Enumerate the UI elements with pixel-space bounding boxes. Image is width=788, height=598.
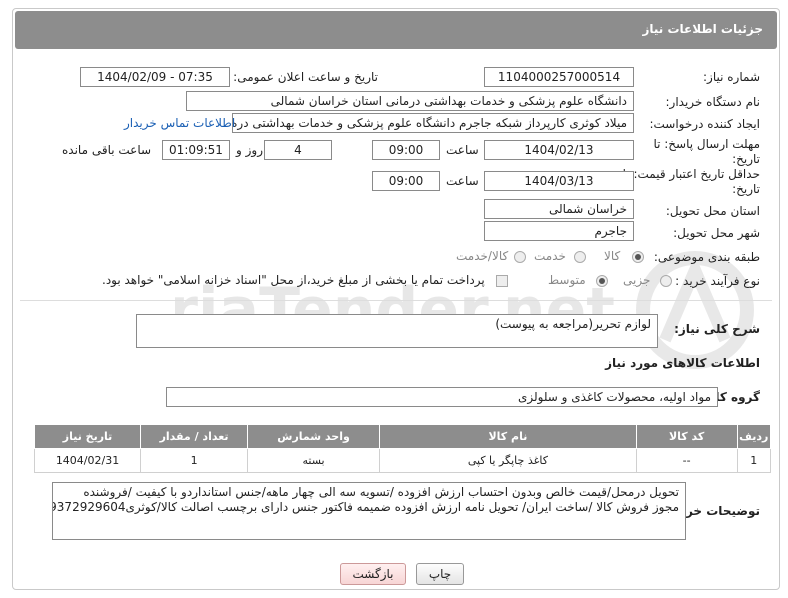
delivery-province-field: خراسان شمالی	[484, 199, 634, 219]
reply-time-label: ساعت	[446, 143, 479, 157]
announce-datetime-label: تاریخ و ساعت اعلان عمومی:	[233, 70, 378, 84]
col-need-date: تاریخ نیاز	[33, 424, 142, 449]
general-description-label: شرح کلی نیاز:	[674, 322, 760, 336]
category-radio-goods[interactable]	[632, 249, 644, 263]
goods-section-title: اطلاعات کالاهای مورد نیاز	[605, 356, 760, 370]
process-radio-medium[interactable]	[596, 273, 608, 287]
need-number-label: شماره نیاز:	[703, 70, 760, 84]
items-table-header: ردیف کد کالا نام کالا واحد شمارش تعداد /…	[33, 424, 772, 449]
reply-deadline-label: مهلت ارسال پاسخ: تا تاریخ:	[653, 137, 760, 166]
price-validity-date-field: 1404/03/13	[484, 171, 634, 191]
general-description-field: لوازم تحریر(مراجعه به پیوست)	[136, 314, 658, 348]
remaining-days-field: 4	[264, 140, 332, 160]
days-label: روز و	[236, 143, 263, 157]
delivery-province-label: استان محل تحویل:	[665, 204, 760, 218]
process-option-minor: جزیی	[623, 273, 651, 287]
cell-item-code: --	[635, 448, 738, 473]
price-validity-label: حداقل تاریخ اعتبار قیمت: تا تاریخ:	[622, 167, 760, 196]
buyer-notes-field: تحویل درمحل/قیمت خالص وبدون احتساب ارزش …	[52, 482, 686, 540]
treasury-payment-note: پرداخت تمام یا بخشی از مبلغ خرید،از محل …	[102, 273, 485, 287]
table-row: 1 -- کاغذ چاپگر یا کپی بسته 1 1404/02/31	[33, 448, 772, 473]
announce-datetime-field: 1404/02/09 - 07:35	[80, 67, 230, 87]
price-validity-time-label: ساعت	[446, 174, 479, 188]
buyer-contact-link[interactable]: اطلاعات تماس خریدار	[124, 116, 235, 130]
requester-field: میلاد کوثری کارپرداز شبکه جاجرم دانشگاه …	[232, 113, 634, 133]
col-item-name: نام کالا	[379, 424, 637, 449]
back-button[interactable]: بازگشت	[340, 563, 406, 585]
process-radio-minor[interactable]	[660, 273, 672, 287]
category-radio-goods-service[interactable]	[514, 249, 526, 263]
price-validity-time-field: 09:00	[372, 171, 440, 191]
buyer-notes-line-1: تحویل درمحل/قیمت خالص وبدون احتساب ارزش …	[83, 485, 679, 499]
requester-label: ایجاد کننده درخواست:	[649, 117, 760, 131]
treasury-payment-checkbox[interactable]	[496, 273, 508, 287]
cell-quantity: 1	[140, 448, 249, 473]
reply-date-field: 1404/02/13	[484, 140, 634, 160]
buyer-notes-line-2: مجوز فروش کالا /ساخت ایران/ تحویل نامه ا…	[53, 500, 679, 514]
buyer-org-field: دانشگاه علوم پزشکی و خدمات بهداشتی درمان…	[186, 91, 634, 111]
category-option-goods: کالا	[604, 249, 621, 263]
category-option-goods-service: کالا/خدمت	[456, 249, 509, 263]
category-radio-service[interactable]	[574, 249, 586, 263]
print-button[interactable]: چاپ	[416, 563, 464, 585]
buyer-org-label: نام دستگاه خریدار:	[665, 95, 761, 109]
panel-header: جزئیات اطلاعات نیاز	[15, 11, 777, 49]
col-row: ردیف	[736, 424, 772, 449]
col-unit: واحد شمارش	[247, 424, 381, 449]
process-type-label: نوع فرآیند خرید :	[675, 274, 760, 288]
cell-item-name: کاغذ چاپگر یا کپی	[379, 448, 637, 473]
col-item-code: کد کالا	[635, 424, 738, 449]
col-quantity: تعداد / مقدار	[140, 424, 249, 449]
delivery-city-label: شهر محل تحویل:	[673, 226, 760, 240]
cell-unit: بسته	[247, 448, 381, 473]
delivery-city-field: جاجرم	[484, 221, 634, 241]
remaining-time-field: 01:09:51	[162, 140, 230, 160]
cell-row: 1	[736, 448, 772, 473]
goods-group-field: مواد اولیه، محصولات کاغذی و سلولزی	[166, 387, 718, 407]
cell-need-date: 1404/02/31	[33, 448, 142, 473]
items-table: ردیف کد کالا نام کالا واحد شمارش تعداد /…	[33, 424, 772, 473]
section-divider	[20, 300, 772, 301]
category-option-service: خدمت	[534, 249, 566, 263]
category-label: طبقه بندی موضوعی:	[653, 250, 760, 264]
remaining-time-label: ساعت باقی مانده	[62, 143, 152, 157]
reply-time-field: 09:00	[372, 140, 440, 160]
process-option-medium: متوسط	[548, 273, 586, 287]
panel-title: جزئیات اطلاعات نیاز	[642, 22, 763, 36]
need-number-field: 1104000257000514	[484, 67, 634, 87]
